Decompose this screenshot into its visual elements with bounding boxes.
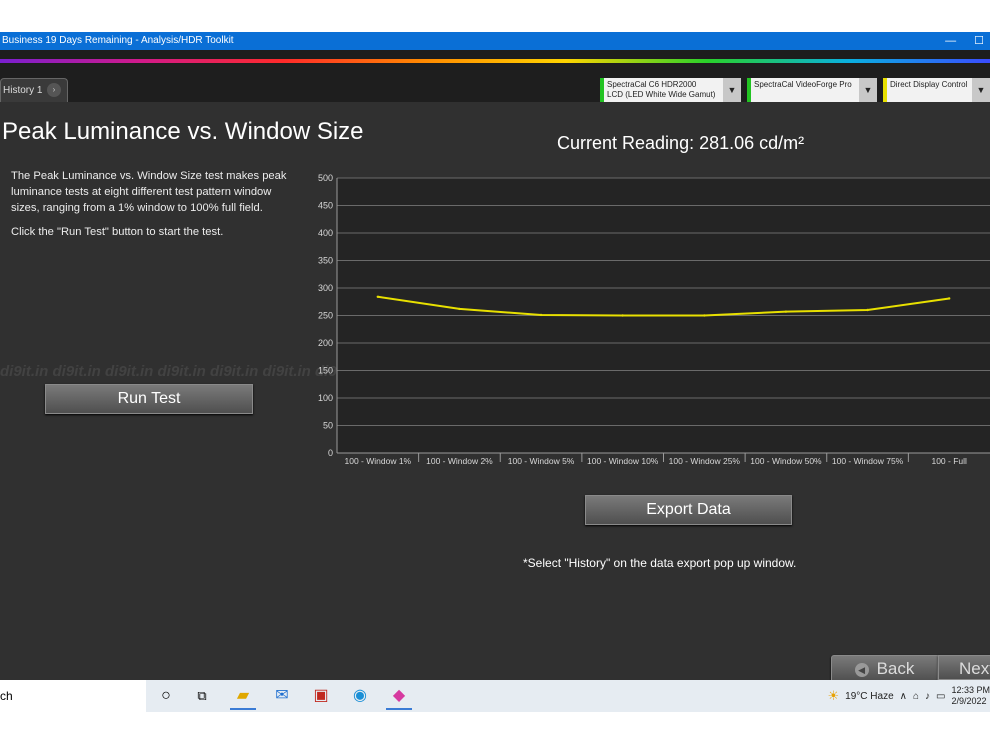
luminance-chart: 0 50 100 150 200 250 300 350 400 450 500 100 - Wind… <box>318 173 990 466</box>
device-display-select[interactable]: Direct Display Control ▼ <box>883 78 990 102</box>
device-status-stripe <box>600 78 604 102</box>
export-note: *Select "History" on the data export pop… <box>523 556 797 570</box>
data-point <box>458 307 461 311</box>
x-tick-label: 100 - Window 10% <box>587 456 659 466</box>
minimize-button[interactable]: — <box>945 32 956 50</box>
cortana-icon[interactable]: ○ <box>153 684 179 708</box>
title-bar-strip: Business 19 Days Remaining - Analysis/HD… <box>0 32 990 50</box>
page-title: Peak Luminance vs. Window Size <box>2 118 364 145</box>
y-tick-label: 50 <box>323 421 333 431</box>
edge-browser-icon[interactable]: ◉ <box>347 684 373 708</box>
taskbar: ch ○ ⧉ ▰ ✉ ▣ ◉ ◆ ☀ 19°C Haze ∧ ⌂ ♪ ▭ 12:… <box>0 680 990 712</box>
calman-app-icon[interactable]: ◆ <box>386 684 412 710</box>
y-tick-label: 450 <box>318 201 333 211</box>
mail-icon[interactable]: ✉ <box>269 684 295 708</box>
page-bottom-margin <box>0 712 990 742</box>
device-status-stripe <box>883 78 887 102</box>
back-arrow-icon: ◀ <box>854 662 869 677</box>
file-explorer-icon[interactable]: ▰ <box>230 684 256 710</box>
tab-close-icon[interactable]: › <box>47 83 61 97</box>
x-tick-label: 100 - Window 50% <box>750 456 822 466</box>
data-point <box>947 297 951 300</box>
back-button[interactable]: ◀ Back <box>831 655 938 682</box>
network-icon[interactable]: ⌂ <box>913 691 919 702</box>
data-point <box>621 314 624 317</box>
battery-icon[interactable]: ▭ <box>936 691 945 702</box>
task-view-icon[interactable]: ⧉ <box>189 684 215 708</box>
y-tick-label: 300 <box>318 283 333 293</box>
clock-date: 2/9/2022 <box>951 696 987 706</box>
y-tick-label: 500 <box>318 173 333 183</box>
x-tick-label: 100 - Window 2% <box>426 456 493 466</box>
y-tick-label: 350 <box>318 256 333 266</box>
weather-icon[interactable]: ☀ <box>828 688 840 704</box>
clock[interactable]: 12:33 PM 2/9/2022 <box>951 685 990 707</box>
y-tick-label: 400 <box>318 228 333 238</box>
description-text: The Peak Luminance vs. Window Size test … <box>11 170 287 214</box>
current-reading: Current Reading: 281.06 cd/m² <box>557 133 805 153</box>
taskbar-search[interactable]: ch <box>0 680 146 712</box>
device-display-label: Direct Display Control <box>890 80 968 89</box>
device-status-stripe <box>747 78 751 102</box>
run-test-button[interactable]: Run Test <box>45 384 253 414</box>
x-tick-label: 100 - Window 75% <box>832 456 904 466</box>
window-controls: — ☐ <box>945 32 990 50</box>
chevron-up-icon[interactable]: ∧ <box>900 691 907 702</box>
next-button[interactable]: Next <box>938 655 990 680</box>
title-bar: Business 19 Days Remaining - Analysis/HD… <box>0 0 990 50</box>
y-tick-label: 0 <box>328 448 333 458</box>
device-generator-select[interactable]: SpectraCal VideoForge Pro ▼ <box>747 78 877 102</box>
weather-text[interactable]: 19°C Haze <box>845 691 893 702</box>
chevron-down-icon[interactable]: ▼ <box>972 78 990 102</box>
y-tick-label: 150 <box>318 366 333 376</box>
data-point <box>866 308 869 312</box>
rainbow-header <box>0 50 990 64</box>
volume-icon[interactable]: ♪ <box>925 691 930 702</box>
data-point <box>784 310 788 313</box>
y-tick-label: 200 <box>318 338 333 348</box>
y-tick-label: 100 <box>318 393 333 403</box>
chevron-down-icon[interactable]: ▼ <box>859 78 877 102</box>
export-data-button[interactable]: Export Data <box>585 495 792 525</box>
window-title: Business 19 Days Remaining - Analysis/HD… <box>2 35 234 46</box>
data-point <box>376 295 380 298</box>
device-generator-label: SpectraCal VideoForge Pro <box>754 80 852 89</box>
maximize-button[interactable]: ☐ <box>974 32 984 50</box>
instruction-text: Click the "Run Test" button to start the… <box>11 226 224 238</box>
data-point <box>703 314 706 317</box>
device-meter-select[interactable]: SpectraCal C6 HDR2000 LCD (LED White Wid… <box>600 78 741 102</box>
data-point <box>539 313 543 317</box>
x-tick-label: 100 - Window 1% <box>345 456 412 466</box>
tab-label: History 1 <box>3 85 43 96</box>
x-tick-label: 100 - Window 5% <box>508 456 575 466</box>
rainbow-strip <box>0 59 990 63</box>
clock-time: 12:33 PM <box>951 685 990 695</box>
x-tick-label: 100 - Full <box>931 456 967 466</box>
device-meter-label: SpectraCal C6 HDR2000 LCD (LED White Wid… <box>607 80 716 99</box>
y-tick-label: 250 <box>318 311 333 321</box>
x-tick-label: 100 - Window 25% <box>669 456 741 466</box>
search-text: ch <box>0 689 13 703</box>
system-tray: ☀ 19°C Haze ∧ ⌂ ♪ ▭ 12:33 PM 2/9/2022 <box>828 680 990 712</box>
office-icon[interactable]: ▣ <box>308 684 334 708</box>
chevron-down-icon[interactable]: ▼ <box>723 78 741 102</box>
test-description: The Peak Luminance vs. Window Size test … <box>11 168 293 248</box>
back-label: Back <box>876 659 915 678</box>
tab-history-1[interactable]: History 1 › <box>0 78 68 103</box>
